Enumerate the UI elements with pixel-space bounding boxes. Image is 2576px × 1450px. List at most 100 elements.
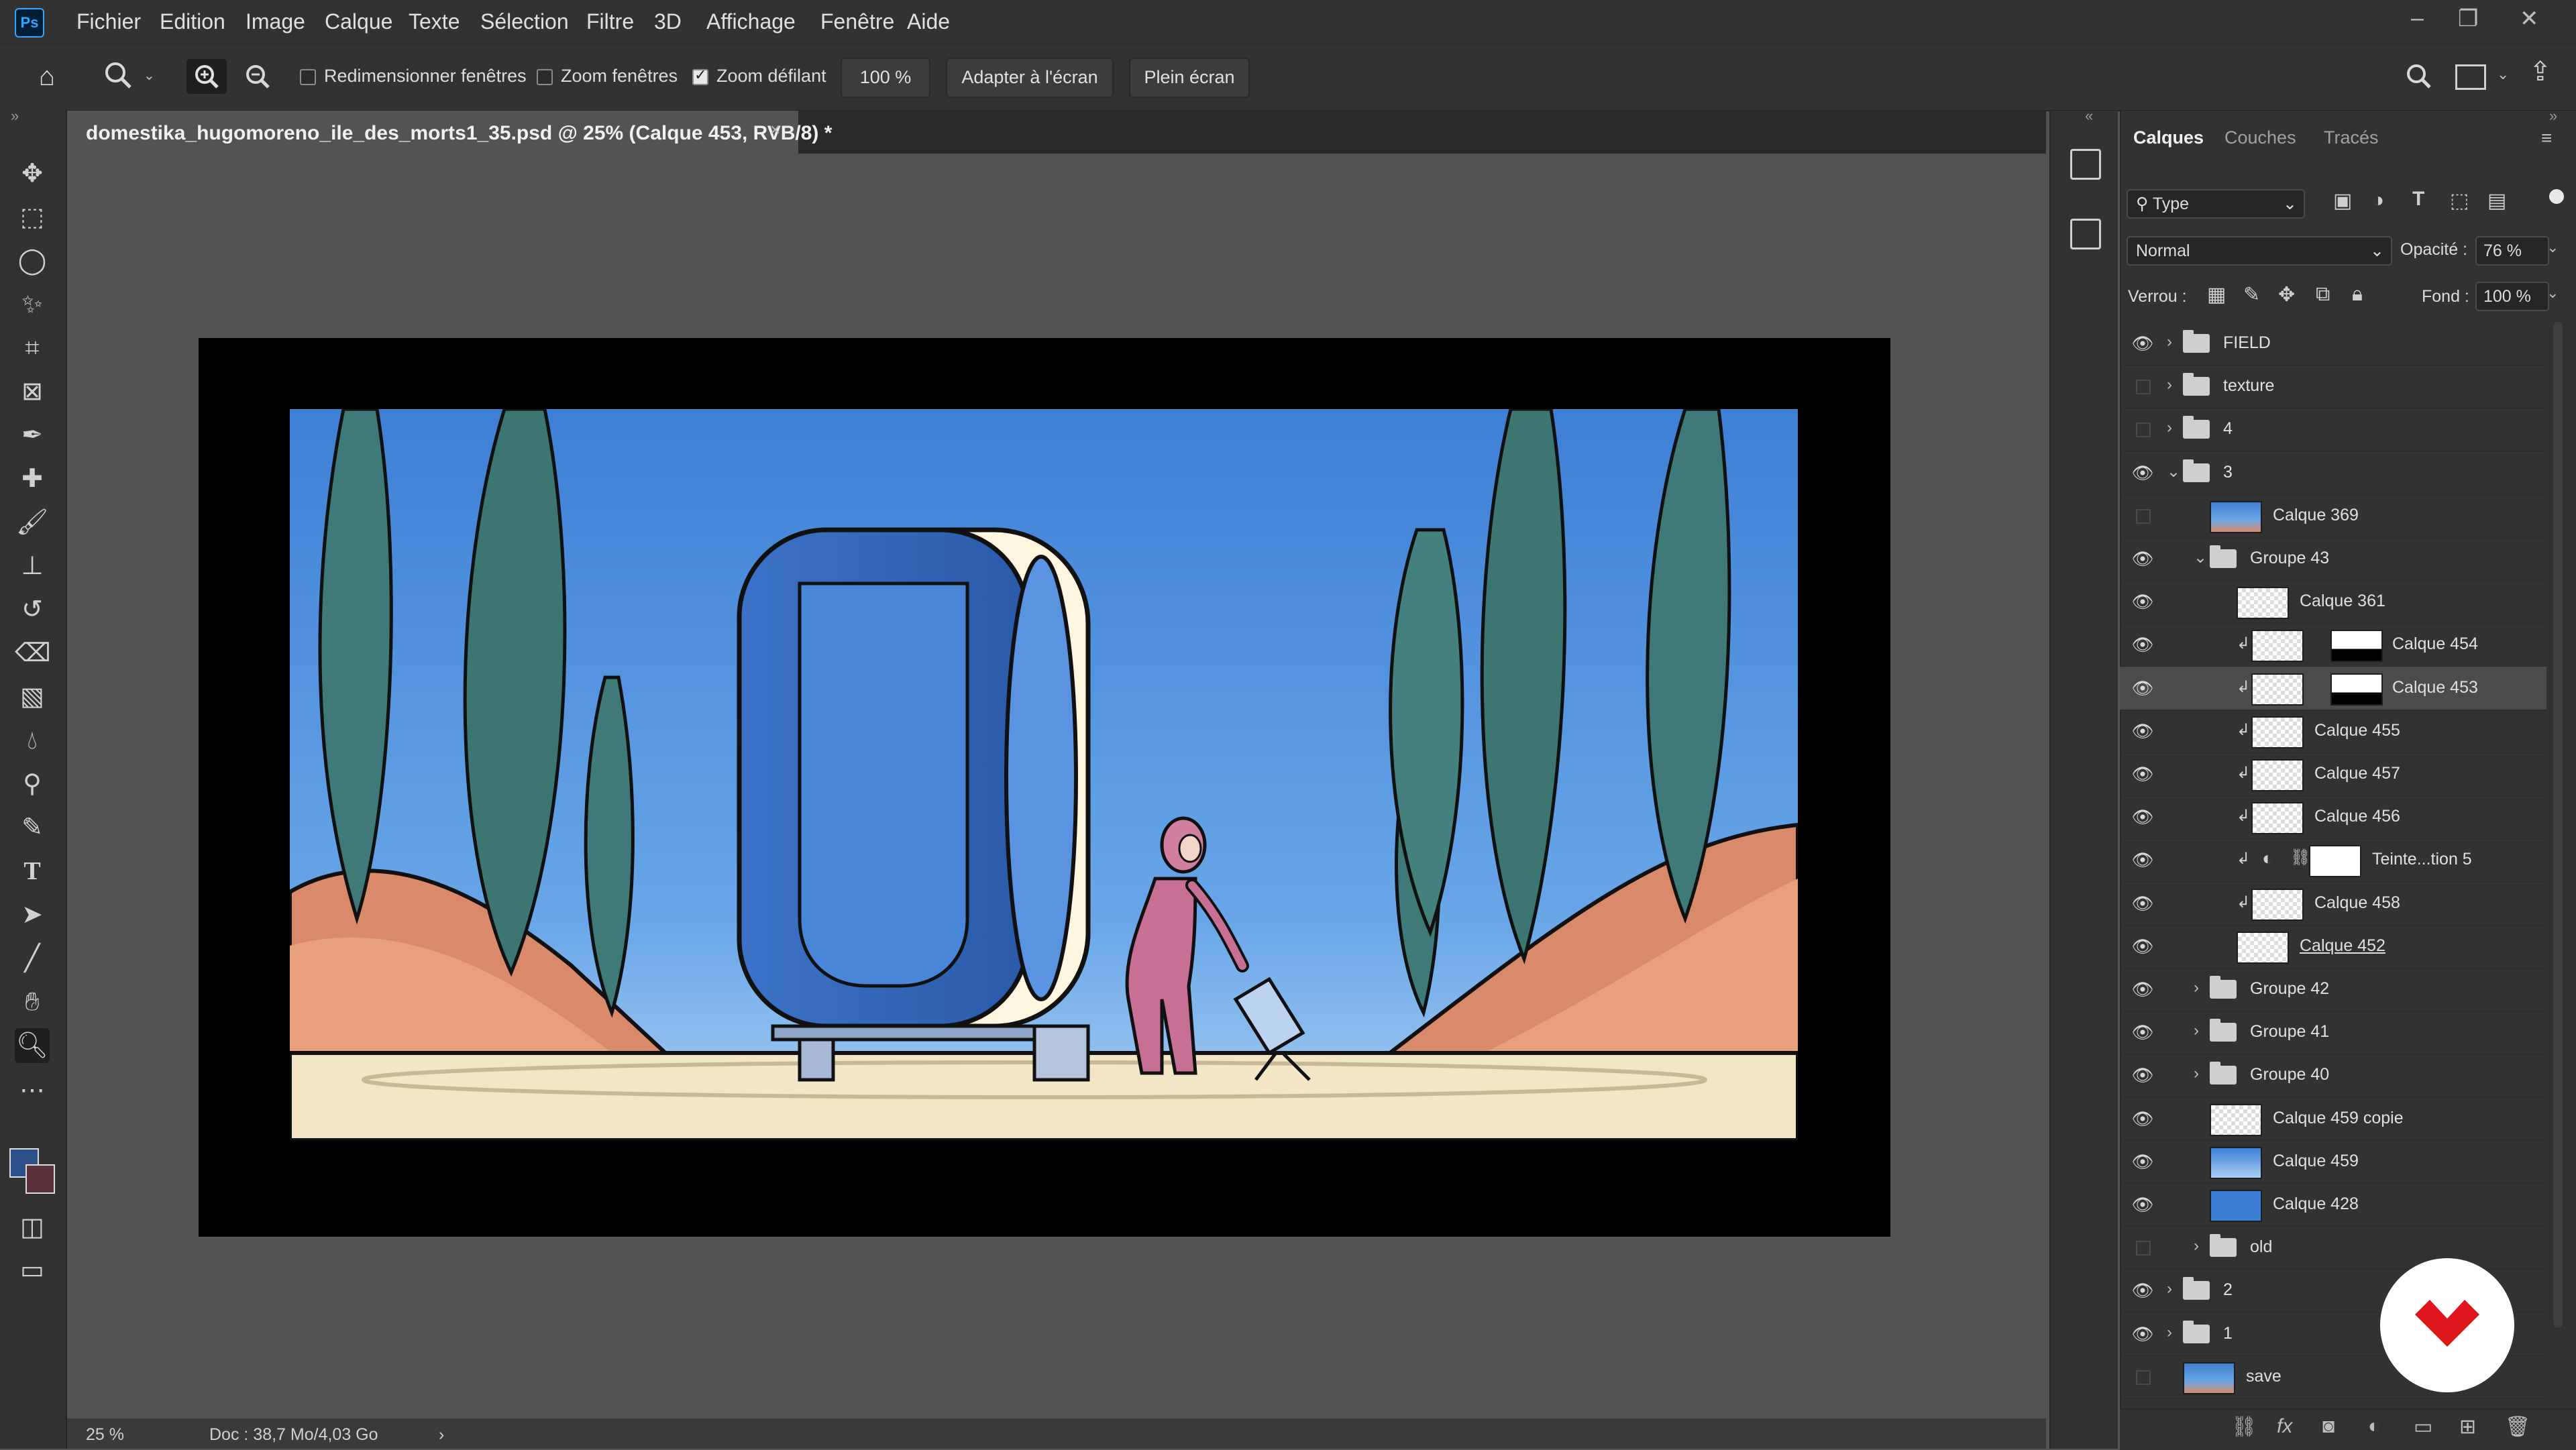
type-tool-icon[interactable]: T: [15, 854, 50, 889]
filter-adjustment-icon[interactable]: ◑: [2372, 189, 2384, 212]
share-icon[interactable]: ⇪: [2529, 56, 2552, 87]
fill-field[interactable]: 100 %: [2475, 282, 2549, 311]
layer-row[interactable]: 👁︎ ↲ Calque 457: [2120, 752, 2546, 796]
chevron-down-icon[interactable]: ⌄: [2497, 66, 2509, 83]
layer-row[interactable]: 👁︎ Calque 459 copie: [2120, 1097, 2546, 1141]
close-tab-icon[interactable]: ×: [770, 119, 780, 140]
lock-artboard-icon[interactable]: ⧉: [2316, 283, 2330, 306]
filter-smart-icon[interactable]: ▤: [2487, 189, 2506, 213]
layer-mask-thumbnail[interactable]: [2309, 845, 2361, 877]
visibility-eye-icon[interactable]: 👁︎: [2129, 631, 2156, 658]
restore-icon[interactable]: ❐: [2458, 5, 2478, 32]
workspace-icon[interactable]: [2455, 64, 2486, 90]
layer-thumbnail[interactable]: [2251, 716, 2304, 748]
menu-item-9[interactable]: Fenêtre: [820, 0, 894, 44]
visibility-eye-icon[interactable]: 👁︎: [2129, 890, 2156, 917]
filter-toggle-icon[interactable]: [2549, 189, 2564, 204]
more-tools-icon[interactable]: ⋯: [15, 1073, 50, 1108]
artwork-canvas[interactable]: [290, 409, 1798, 1140]
visibility-eye-icon[interactable]: [2129, 502, 2156, 529]
layer-row[interactable]: 👁︎ ↲ Calque 458: [2120, 882, 2546, 926]
chevron-right-icon[interactable]: ›: [2194, 1237, 2199, 1256]
gradient-tool-icon[interactable]: ▧: [15, 679, 50, 714]
layer-row[interactable]: 👁︎ ↲ Calque 455: [2120, 710, 2546, 753]
hand-tool-icon[interactable]: ✋︎: [15, 985, 50, 1019]
photoshop-logo[interactable]: Ps: [15, 8, 44, 38]
marquee-tool-icon[interactable]: ⬚: [15, 200, 50, 235]
layer-row[interactable]: › 4: [2120, 408, 2546, 451]
layer-row[interactable]: 👁︎ › FIELD: [2120, 322, 2546, 366]
layer-row[interactable]: 👁︎ Calque 452: [2120, 925, 2546, 968]
blur-tool-icon[interactable]: 💧︎: [15, 723, 50, 758]
visibility-eye-icon[interactable]: 👁︎: [2129, 846, 2156, 873]
visibility-eye-icon[interactable]: [2129, 1363, 2156, 1390]
visibility-eye-icon[interactable]: [2129, 416, 2156, 443]
status-zoom[interactable]: 25 %: [86, 1425, 124, 1445]
fx-icon[interactable]: fx: [2277, 1415, 2292, 1438]
collapse-toolbar-icon[interactable]: »: [11, 107, 19, 125]
layer-row[interactable]: 👁︎ Calque 428: [2120, 1183, 2546, 1227]
visibility-eye-icon[interactable]: 👁︎: [2129, 1191, 2156, 1218]
menu-item-5[interactable]: Sélection: [480, 0, 569, 44]
path-selection-tool-icon[interactable]: ➤: [15, 897, 50, 932]
visibility-eye-icon[interactable]: 👁︎: [2129, 803, 2156, 830]
layer-row[interactable]: 👁︎ ↲ Calque 454: [2120, 623, 2546, 667]
filter-shape-icon[interactable]: ⬚: [2450, 189, 2469, 213]
close-icon[interactable]: ✕: [2520, 5, 2539, 32]
panel-menu-icon[interactable]: ≡: [2541, 127, 2552, 149]
chevron-right-icon[interactable]: ›: [2167, 376, 2172, 394]
chevron-right-icon[interactable]: ›: [2194, 979, 2199, 997]
visibility-eye-icon[interactable]: 👁︎: [2129, 545, 2156, 572]
layer-thumbnail[interactable]: [2237, 932, 2289, 964]
collapse-panel-icon[interactable]: «: [2085, 107, 2093, 125]
layer-thumbnail[interactable]: [2210, 1190, 2262, 1222]
layer-thumbnail[interactable]: [2183, 1362, 2235, 1394]
layer-row[interactable]: 👁︎ ↲ ◐ ⛓ Teinte...tion 5: [2120, 838, 2546, 882]
chevron-down-icon[interactable]: ⌄: [144, 67, 155, 84]
chevron-down-icon[interactable]: ⌄: [2194, 548, 2207, 567]
layer-row[interactable]: 👁︎ ⌄ 3: [2120, 451, 2546, 495]
lock-all-icon[interactable]: 🔒︎: [2352, 283, 2363, 306]
full-screen-button[interactable]: Plein écran: [1129, 58, 1250, 98]
zoom-all-checkbox[interactable]: [537, 69, 553, 85]
menu-item-4[interactable]: Texte: [409, 0, 460, 44]
search-icon[interactable]: [2402, 59, 2436, 94]
chevron-down-icon[interactable]: ⌄: [2546, 239, 2559, 256]
visibility-eye-icon[interactable]: 👁︎: [2129, 761, 2156, 787]
new-group-icon[interactable]: ▭: [2414, 1415, 2432, 1439]
menu-item-2[interactable]: Image: [246, 0, 305, 44]
history-brush-tool-icon[interactable]: ↺: [15, 592, 50, 627]
home-icon[interactable]: ⌂: [30, 59, 64, 94]
chevron-right-icon[interactable]: ›: [439, 1425, 444, 1445]
layer-mask-thumbnail[interactable]: [2330, 630, 2383, 662]
magic-wand-tool-icon[interactable]: ✨︎: [15, 287, 50, 322]
menu-item-6[interactable]: Filtre: [586, 0, 634, 44]
layer-row[interactable]: 👁︎ ↲ Calque 453: [2120, 667, 2546, 710]
minimize-icon[interactable]: –: [2411, 5, 2424, 32]
chevron-right-icon[interactable]: ›: [2167, 1280, 2172, 1298]
add-mask-icon[interactable]: ◙: [2322, 1415, 2334, 1438]
crop-tool-icon[interactable]: ⌗: [15, 331, 50, 366]
link-layers-icon[interactable]: ⛓: [2231, 1415, 2257, 1439]
layer-row[interactable]: 👁︎ › Groupe 42: [2120, 968, 2546, 1011]
chevron-down-icon[interactable]: ⌄: [2546, 284, 2559, 302]
layer-thumbnail[interactable]: [2251, 889, 2304, 921]
chevron-right-icon[interactable]: ›: [2194, 1064, 2199, 1083]
visibility-eye-icon[interactable]: 👁︎: [2129, 976, 2156, 1003]
new-adjustment-icon[interactable]: ◐: [2368, 1415, 2380, 1438]
layer-thumbnail[interactable]: [2251, 630, 2304, 662]
visibility-eye-icon[interactable]: 👁︎: [2129, 1277, 2156, 1304]
lock-move-icon[interactable]: ✥: [2278, 283, 2295, 306]
visibility-eye-icon[interactable]: [2129, 373, 2156, 400]
menu-item-0[interactable]: Fichier: [76, 0, 141, 44]
menu-item-1[interactable]: Edition: [160, 0, 225, 44]
line-tool-icon[interactable]: ╱: [15, 941, 50, 976]
menu-item-10[interactable]: Aide: [907, 0, 950, 44]
quick-mask-icon[interactable]: ◫: [15, 1210, 50, 1245]
pen-tool-icon[interactable]: ✎: [15, 810, 50, 845]
filter-pixel-icon[interactable]: ▣: [2333, 189, 2352, 213]
visibility-eye-icon[interactable]: 👁︎: [2129, 588, 2156, 615]
eraser-tool-icon[interactable]: ⌫: [15, 636, 51, 671]
zoom-in-icon[interactable]: [186, 59, 227, 94]
menu-item-8[interactable]: Affichage: [706, 0, 796, 44]
